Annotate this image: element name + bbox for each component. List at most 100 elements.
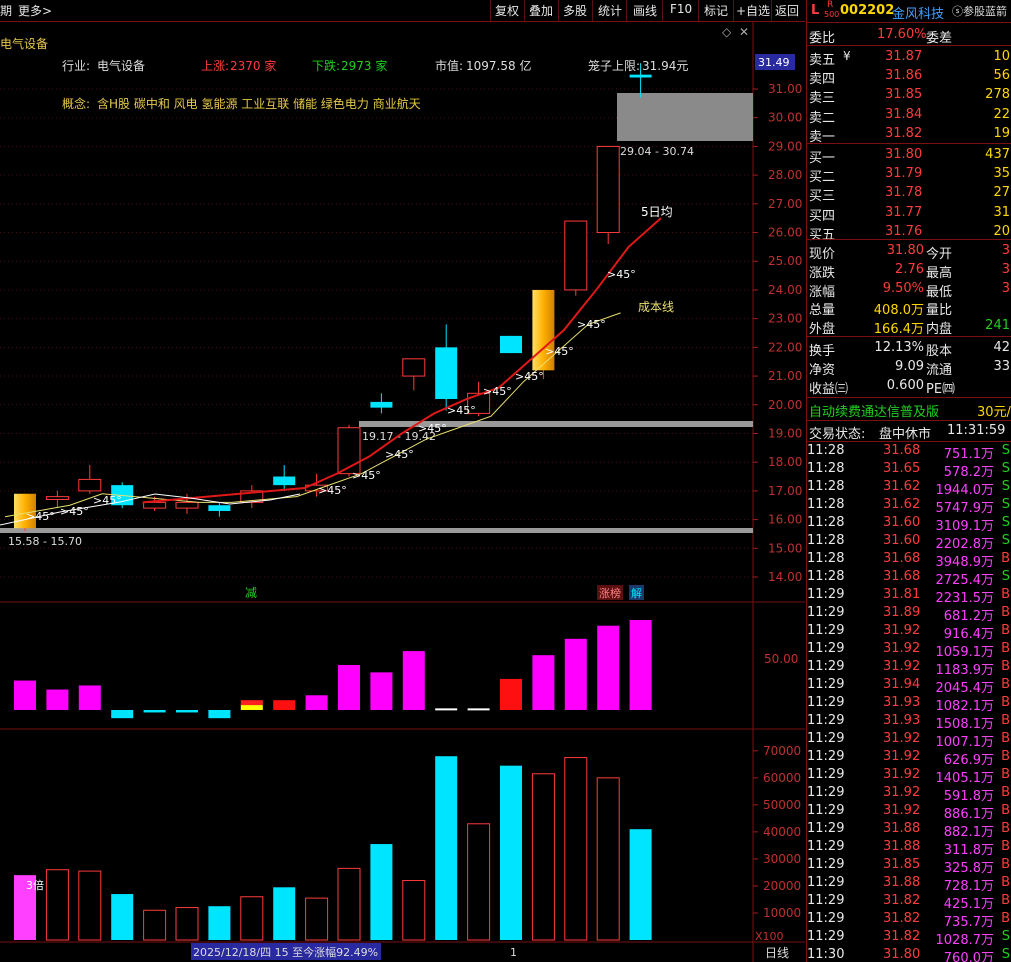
stat-value-right: 3: [1001, 243, 1010, 258]
stock-header: L R 500 002202 金风科技 ⓢ参股蓝箭: [807, 0, 1011, 22]
tick-side: B: [1001, 641, 1010, 656]
tick-price: 31.93: [883, 695, 921, 710]
vol-scale-label: X100: [755, 930, 784, 943]
promo-row[interactable]: 自动续费通达信普及版 30元/: [807, 400, 1011, 420]
tick-side: S: [1001, 929, 1010, 944]
overlay-button[interactable]: 叠加: [529, 2, 553, 19]
volume-bar: [45, 869, 69, 941]
mark-button[interactable]: 标记: [704, 2, 728, 19]
marker-limit: 涨榜: [599, 586, 621, 600]
stat-value: 31.80: [886, 243, 924, 258]
volume-bar: [78, 870, 102, 941]
tick-price: 31.68: [883, 569, 921, 584]
volume-bar: [337, 867, 361, 941]
volume-bars: [14, 756, 652, 941]
mid-bar: [240, 700, 263, 706]
tip-text: 参股蓝箭: [963, 5, 1007, 18]
status-row: 交易状态: 盘中休市 11:31:59: [807, 422, 1011, 442]
tick-side: B: [1001, 839, 1010, 854]
vol-tick-label: 10000: [763, 906, 801, 920]
bid-row: 买四 31.77 31: [807, 204, 1011, 224]
tick-side: B: [1001, 713, 1010, 728]
tick-time: 11:28: [807, 479, 845, 494]
stat-value-right: 241: [985, 318, 1010, 334]
ask-volume: 10: [993, 49, 1010, 64]
tick-time: 11:28: [807, 515, 845, 530]
stat2-value-right: 42: [993, 340, 1010, 355]
angle-label: >45°: [545, 345, 574, 358]
tick-price: 31.60: [883, 515, 921, 530]
period-tab[interactable]: 日线: [765, 946, 789, 960]
add-favorite-button[interactable]: +自选: [736, 2, 770, 19]
candle-body: [45, 496, 69, 500]
ask-label: 卖五: [809, 53, 836, 68]
statistics-button[interactable]: 统计: [598, 2, 622, 19]
up-count-label: 上涨:: [201, 58, 229, 73]
ask-price: 31.85: [885, 87, 923, 103]
marker-solve: 解: [631, 586, 642, 600]
volume-bar: [435, 756, 458, 940]
mid-bar: [78, 685, 101, 710]
chart-toolbar: 期 更多> 复权 叠加 多股 统计 画线 F10 标记 +自选 返回: [0, 0, 805, 22]
angle-label: >45°: [318, 484, 347, 497]
candles: [14, 63, 652, 532]
multi-stock-button[interactable]: 多股: [563, 2, 587, 19]
stat-value-right: 3: [1001, 261, 1010, 277]
status-value: 盘中休市: [879, 427, 932, 442]
tick-time: 11:29: [807, 929, 845, 944]
price-tick-label: 23.00: [768, 312, 802, 326]
diamond-icon[interactable]: ◇: [722, 25, 732, 39]
ask-price: 31.87: [885, 49, 923, 64]
tick-price: 31.88: [883, 839, 921, 854]
bid-price: 31.78: [885, 185, 923, 201]
tick-row: 11:29 31.93 1082.1万 B: [807, 694, 1011, 714]
promo-text[interactable]: 自动续费通达信普及版: [809, 401, 939, 420]
price-tick-label: 17.00: [768, 484, 802, 498]
promo-price[interactable]: 30元/: [977, 401, 1011, 420]
stat2-value: 9.09: [895, 359, 924, 374]
tick-time: 11:29: [807, 713, 845, 728]
tick-side: B: [1001, 731, 1010, 746]
mid-bar: [305, 695, 328, 710]
price-tick-label: 14.00: [768, 570, 802, 584]
back-button[interactable]: 返回: [775, 2, 799, 19]
mid-bar: [564, 638, 587, 710]
close-icon[interactable]: ✕: [739, 25, 749, 39]
mid-bar: [402, 651, 425, 710]
tick-price: 31.92: [883, 623, 921, 638]
stock-name[interactable]: 金风科技: [892, 3, 944, 22]
stat2-label-right: 流通: [926, 363, 953, 378]
volume-axis: 70000 60000 50000 40000 30000 20000 10000: [753, 744, 801, 920]
ask-row: 卖二 31.84 22: [807, 106, 1011, 126]
tick-time: 11:29: [807, 731, 845, 746]
ask-label: 卖二: [809, 110, 836, 126]
stat-label-right: 最高: [926, 265, 953, 281]
tick-price: 31.62: [883, 479, 921, 494]
stat2-label-right: 股本: [926, 344, 953, 359]
kline-chart[interactable]: 29.04 - 30.74 19.17 - 19.42 15.58 - 15.7…: [0, 22, 805, 962]
tick-price: 31.92: [883, 785, 921, 800]
ask-label: 卖三: [809, 91, 836, 107]
tick-row: 11:29 31.82 1028.7万 S: [807, 928, 1011, 948]
f10-button[interactable]: F10: [670, 2, 692, 16]
restore-rights-button[interactable]: 复权: [495, 2, 519, 19]
candle-body: [78, 478, 102, 492]
draw-line-button[interactable]: 画线: [633, 2, 657, 19]
vol-tick-label: 40000: [763, 825, 801, 839]
tick-row: 11:29 31.92 886.1万 B: [807, 802, 1011, 822]
tick-row: 11:29 31.92 1405.1万 B: [807, 766, 1011, 786]
candle-body: [143, 501, 167, 509]
more-menu[interactable]: 更多>: [18, 2, 52, 19]
tick-side: S: [1001, 479, 1010, 494]
concept-value: 含H股 碳中和 风电 氢能源 工业互联 储能 绿色电力 商业航天: [97, 96, 421, 111]
tick-time: 11:29: [807, 623, 845, 638]
tick-time: 11:30: [807, 947, 845, 962]
tick-side: B: [1001, 605, 1010, 620]
indicator-bars: [14, 620, 652, 719]
volume-bar: [564, 757, 588, 941]
tick-price: 31.92: [883, 803, 921, 818]
stat-label: 现价: [809, 247, 836, 262]
stat2-value-right: 33: [993, 359, 1010, 374]
tick-price: 31.68: [883, 551, 921, 566]
stat-value: 166.4万: [873, 322, 924, 338]
